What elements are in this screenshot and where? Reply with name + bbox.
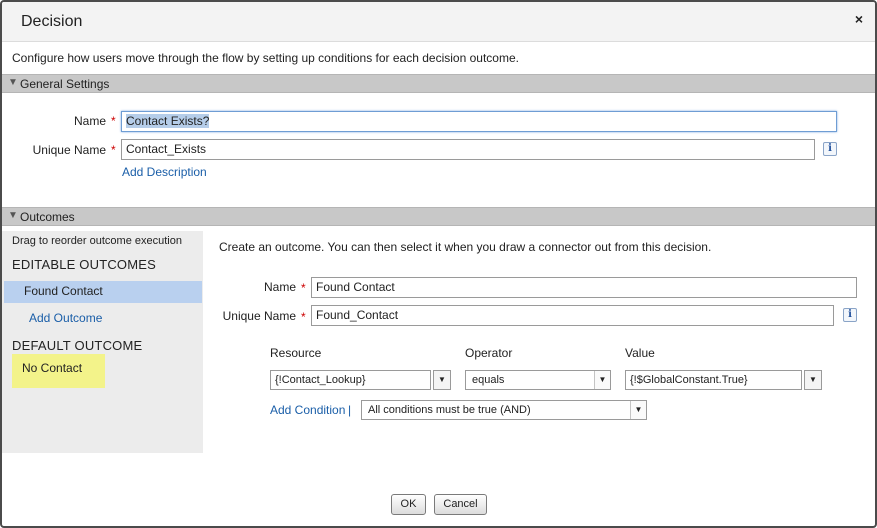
decision-name-value: Contact Exists? bbox=[126, 114, 210, 128]
decision-unique-name-input[interactable]: Contact_Exists bbox=[121, 139, 815, 160]
general-settings-header[interactable]: ▼ General Settings bbox=[2, 74, 875, 93]
add-description-link[interactable]: Add Description bbox=[122, 165, 207, 179]
decision-name-input[interactable]: Contact Exists? bbox=[121, 111, 837, 132]
outcome-item-found-contact[interactable]: Found Contact bbox=[4, 281, 202, 303]
default-outcome-heading: DEFAULT OUTCOME bbox=[12, 338, 143, 353]
condition-logic-select[interactable]: All conditions must be true (AND) ▼ bbox=[361, 400, 647, 420]
resource-combobox[interactable]: {!Contact_Lookup} bbox=[270, 370, 431, 390]
unique-name-label: Unique Name bbox=[32, 143, 106, 157]
name-label: Name bbox=[73, 114, 106, 128]
editable-outcomes-heading: EDITABLE OUTCOMES bbox=[12, 257, 157, 272]
outcomes-list-panel: Drag to reorder outcome execution EDITAB… bbox=[2, 231, 203, 453]
operator-select-value: equals bbox=[472, 374, 505, 386]
outcomes-header[interactable]: ▼ Outcomes bbox=[2, 207, 875, 226]
create-outcome-hint: Create an outcome. You can then select i… bbox=[219, 240, 712, 254]
info-icon[interactable]: i bbox=[843, 308, 857, 322]
link-separator: | bbox=[348, 403, 352, 417]
condition-logic-value: All conditions must be true (AND) bbox=[368, 404, 531, 416]
outcomes-title: Outcomes bbox=[20, 210, 75, 224]
decision-dialog: Decision × Configure how users move thro… bbox=[0, 0, 877, 528]
drag-hint: Drag to reorder outcome execution bbox=[12, 235, 182, 247]
required-marker: * bbox=[301, 281, 306, 295]
dialog-titlebar: Decision × bbox=[2, 2, 875, 42]
chevron-down-icon[interactable]: ▼ bbox=[433, 370, 451, 390]
dialog-intro: Configure how users move through the flo… bbox=[12, 51, 519, 65]
outcome-unique-name-input[interactable]: Found_Contact bbox=[311, 305, 834, 326]
default-outcome-item[interactable]: No Contact bbox=[12, 354, 105, 388]
cancel-button[interactable]: Cancel bbox=[434, 494, 487, 515]
dialog-title: Decision bbox=[21, 13, 83, 30]
required-marker: * bbox=[111, 114, 116, 128]
chevron-down-icon[interactable]: ▼ bbox=[804, 370, 822, 390]
chevron-down-icon: ▼ bbox=[630, 401, 646, 419]
outcome-name-label: Name bbox=[263, 280, 296, 294]
info-icon[interactable]: i bbox=[823, 142, 837, 156]
general-settings-title: General Settings bbox=[20, 77, 110, 91]
operator-select[interactable]: equals ▼ bbox=[465, 370, 611, 390]
ok-button[interactable]: OK bbox=[391, 494, 426, 515]
add-outcome-link[interactable]: Add Outcome bbox=[29, 311, 102, 325]
close-icon[interactable]: × bbox=[851, 11, 867, 29]
chevron-down-icon: ▼ bbox=[594, 371, 610, 389]
required-marker: * bbox=[111, 143, 116, 157]
value-column-label: Value bbox=[625, 346, 655, 360]
outcome-name-input[interactable]: Found Contact bbox=[311, 277, 857, 298]
triangle-down-icon[interactable]: ▼ bbox=[8, 77, 18, 88]
triangle-down-icon[interactable]: ▼ bbox=[8, 210, 18, 221]
add-condition-link[interactable]: Add Condition bbox=[270, 403, 345, 417]
operator-column-label: Operator bbox=[465, 346, 513, 360]
required-marker: * bbox=[301, 310, 306, 324]
value-combobox[interactable]: {!$GlobalConstant.True} bbox=[625, 370, 802, 390]
resource-column-label: Resource bbox=[270, 346, 322, 360]
outcome-unique-name-label: Unique Name bbox=[222, 309, 296, 323]
